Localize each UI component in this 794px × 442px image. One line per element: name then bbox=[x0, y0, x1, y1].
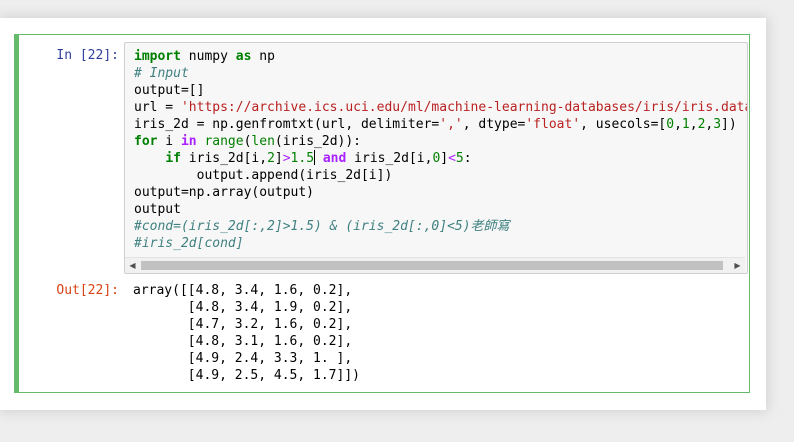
keyword-and: and bbox=[322, 151, 347, 166]
code-dtype-arg: , dtype= bbox=[462, 117, 526, 132]
url-string: 'https://archive.ics.uci.edu/ml/machine-… bbox=[180, 100, 748, 115]
output-line: [4.8, 3.1, 1.6, 0.2], bbox=[133, 334, 353, 349]
delimiter-string: ',' bbox=[439, 117, 463, 132]
keyword-in: in bbox=[180, 134, 197, 149]
keyword-as: as bbox=[235, 49, 252, 64]
operator-gt: > bbox=[282, 151, 291, 166]
code-line-2: # Input bbox=[134, 65, 747, 82]
number-3: 3 bbox=[713, 117, 722, 132]
code-line-6: for i in range(len(iris_2d)): bbox=[134, 133, 747, 150]
comma: , bbox=[674, 117, 682, 132]
number-5: 5 bbox=[455, 151, 464, 166]
module-name: numpy bbox=[180, 49, 236, 64]
output-line: [4.9, 2.4, 3.3, 1. ], bbox=[133, 351, 353, 366]
output-line: [4.7, 3.2, 1.6, 0.2], bbox=[133, 317, 353, 332]
code-index-b: iris_2d[i, bbox=[346, 151, 433, 166]
close-bracket: ] bbox=[274, 151, 283, 166]
code-usecols-arg: , usecols=[ bbox=[580, 117, 667, 132]
scrollbar-thumb[interactable] bbox=[141, 261, 723, 270]
scroll-right-icon[interactable]: ▶ bbox=[730, 258, 745, 273]
code-output-init: output=[] bbox=[134, 83, 205, 98]
code-line-12: #iris_2d[cond] bbox=[134, 235, 747, 252]
comment-cond: #cond=(iris_2d[:,2]>1.5) & (iris_2d[:,0]… bbox=[134, 219, 510, 234]
cell-output: array([[4.8, 3.4, 1.6, 0.2], [4.8, 3.4, … bbox=[133, 282, 360, 384]
close-bracket: ] bbox=[440, 151, 449, 166]
output-line: array([[4.8, 3.4, 1.6, 0.2], bbox=[133, 283, 353, 298]
builtin-len: len bbox=[251, 134, 275, 149]
keyword-import: import bbox=[134, 49, 181, 64]
code-close-paren: ]) bbox=[721, 117, 737, 132]
horizontal-scrollbar[interactable]: ◀ ▶ bbox=[125, 257, 745, 273]
comment-input: # Input bbox=[134, 66, 189, 81]
code-line-11: #cond=(iris_2d[:,2]>1.5) & (iris_2d[:,0]… bbox=[134, 218, 747, 235]
code-editor[interactable]: import numpy as np # Input output=[] url = … bbox=[124, 42, 748, 274]
code-index-a: iris_2d[i, bbox=[180, 151, 268, 166]
code-append: output.append(iris_2d[i]) bbox=[134, 168, 393, 183]
code-loop-end: (iris_2d)): bbox=[274, 134, 361, 149]
notebook-page: In [22]: import numpy as np # Input output… bbox=[0, 18, 766, 410]
output-line: [4.8, 3.4, 1.9, 0.2], bbox=[133, 300, 353, 315]
code-output-expr: output bbox=[134, 202, 181, 217]
code-line-10: output bbox=[134, 201, 747, 218]
code-line-8: output.append(iris_2d[i]) bbox=[134, 167, 747, 184]
number-1: 1 bbox=[681, 117, 690, 132]
dtype-string: 'float' bbox=[525, 117, 581, 132]
keyword-if: if bbox=[165, 151, 181, 166]
code-line-1: import numpy as np bbox=[134, 48, 747, 65]
number-2: 2 bbox=[267, 151, 275, 166]
operator-lt: < bbox=[448, 151, 456, 166]
code-line-4: url = 'https://archive.ics.uci.edu/ml/ma… bbox=[134, 99, 748, 116]
builtin-range: range bbox=[204, 134, 244, 149]
in-prompt: In [22]: bbox=[56, 48, 119, 63]
code-array-convert: output=np.array(output) bbox=[134, 185, 315, 200]
output-line: [4.9, 2.5, 4.5, 1.7]]) bbox=[133, 368, 360, 383]
number-0: 0 bbox=[666, 117, 675, 132]
module-alias: np bbox=[251, 49, 275, 64]
code-line-5: iris_2d = np.genfromtxt(url, delimiter='… bbox=[134, 116, 747, 133]
code-line-9: output=np.array(output) bbox=[134, 184, 747, 201]
code-url-assign: url = bbox=[134, 100, 181, 115]
keyword-for: for bbox=[134, 134, 158, 149]
code-line-3: output=[] bbox=[134, 82, 747, 99]
number-1-5: 1.5 bbox=[290, 151, 315, 166]
comma: , bbox=[689, 117, 698, 132]
out-prompt: Out[22]: bbox=[56, 283, 119, 298]
code-genfromtxt: iris_2d = np.genfromtxt(url, delimiter= bbox=[134, 117, 440, 132]
scroll-left-icon[interactable]: ◀ bbox=[125, 258, 140, 273]
code-line-7: if iris_2d[i,2]>1.5 and iris_2d[i,0]<5: bbox=[134, 150, 747, 167]
comment-iris-cond: #iris_2d[cond] bbox=[134, 236, 244, 251]
code-text[interactable]: import numpy as np # Input output=[] url = … bbox=[134, 48, 748, 252]
colon: : bbox=[463, 151, 472, 166]
loop-var: i bbox=[157, 134, 181, 149]
code-cell[interactable]: In [22]: import numpy as np # Input output… bbox=[14, 34, 750, 393]
